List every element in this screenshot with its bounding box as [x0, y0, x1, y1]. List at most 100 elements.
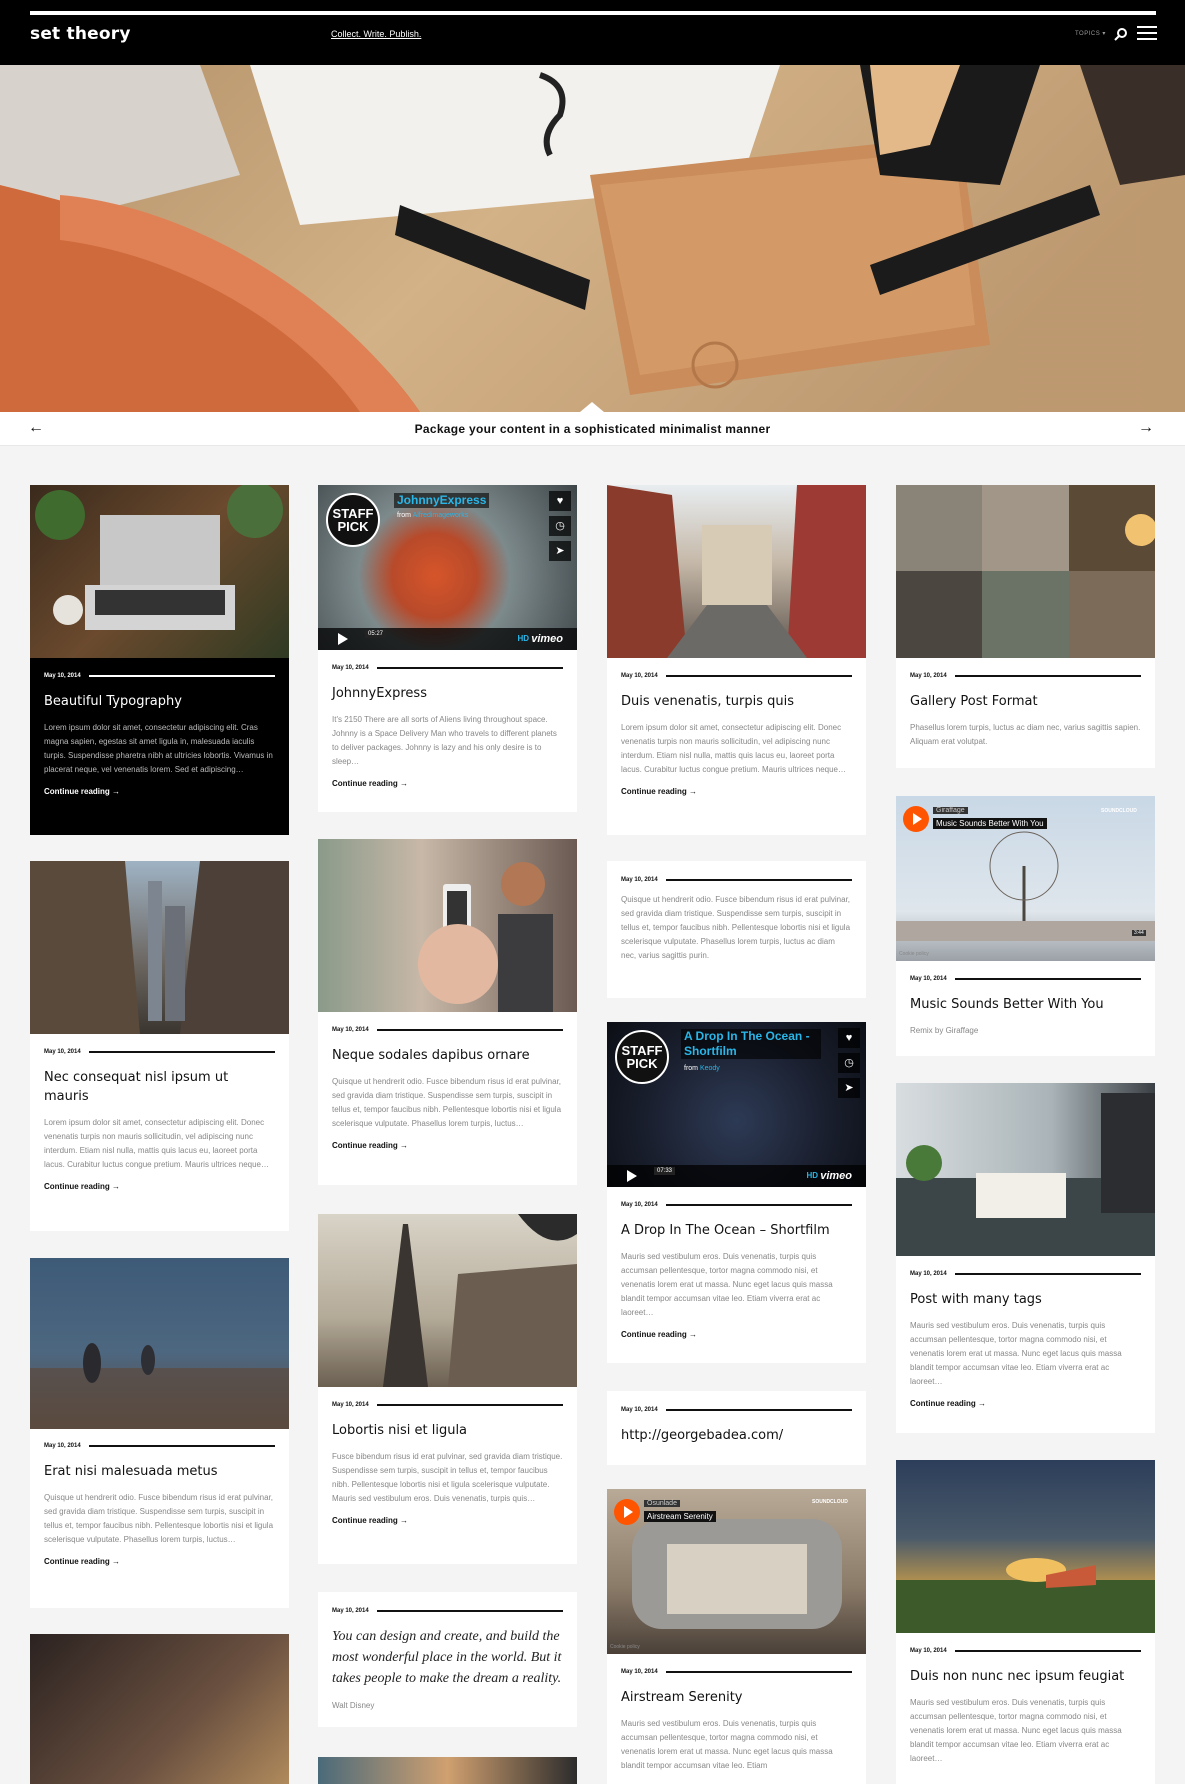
post-card-gallery[interactable]: May 10, 2014 Gallery Post Format Phasell… [896, 485, 1155, 768]
slider-next-arrow-icon[interactable]: → [1138, 419, 1154, 437]
post-excerpt: Quisque ut hendrerit odio. Fusce bibendu… [621, 895, 851, 960]
post-card[interactable]: May 10, 2014 Nec consequat nisl ipsum ut… [30, 861, 289, 1231]
soundcloud-track[interactable]: Music Sounds Better With You [933, 818, 1047, 829]
post-card-video[interactable]: STAFF PICK JohnnyExpress from Alfredimag… [318, 485, 577, 812]
share-send-icon[interactable]: ➤ [838, 1078, 860, 1098]
continue-reading-link[interactable]: Continue reading → [621, 787, 852, 796]
video-title[interactable]: A Drop In The Ocean - Shortfilm [681, 1029, 821, 1059]
hd-badge[interactable]: HD [806, 1171, 818, 1180]
post-title[interactable]: Lobortis nisi et ligula [332, 1421, 563, 1440]
post-date: May 10, 2014 [332, 665, 563, 671]
quote-source: Walt Disney [332, 1701, 375, 1710]
post-thumbnail-street[interactable] [607, 485, 866, 658]
cookie-policy-link[interactable]: Cookie policy [899, 951, 929, 957]
post-title[interactable]: Erat nisi malesuada metus [44, 1462, 275, 1481]
video-duration: 05:27 [365, 630, 387, 638]
post-thumbnail-phone[interactable] [318, 839, 577, 1012]
video-byline: from Alfredimageworks [397, 512, 469, 519]
post-thumbnail-laptop[interactable] [30, 485, 289, 658]
post-card-link[interactable]: May 10, 2014 http://georgebadea.com/ [607, 1391, 866, 1465]
hd-badge[interactable]: HD [517, 634, 529, 643]
post-card-quote[interactable]: May 10, 2014 You can design and create, … [318, 1592, 577, 1727]
post-excerpt: Lorem ipsum dolor sit amet, consectetur … [621, 723, 846, 774]
post-card[interactable]: May 10, 2014 Erat nisi malesuada metus Q… [30, 1258, 289, 1608]
post-thumbnail-tree-avenue[interactable] [896, 1460, 1155, 1633]
post-date: May 10, 2014 [910, 673, 1141, 679]
post-thumbnail-writing[interactable] [896, 1083, 1155, 1256]
post-link[interactable]: http://georgebadea.com/ [621, 1426, 852, 1445]
post-title[interactable]: Gallery Post Format [910, 692, 1141, 711]
post-title[interactable]: Duis non nunc nec ipsum feugiat [910, 1667, 1141, 1686]
soundcloud-track[interactable]: Airstream Serenity [644, 1511, 716, 1522]
gallery-thumbnail-grid[interactable] [896, 485, 1155, 658]
post-title[interactable]: A Drop In The Ocean – Shortfilm [621, 1221, 852, 1240]
search-icon[interactable] [1114, 27, 1128, 41]
post-card[interactable]: May 10, 2014 Neque sodales dapibus ornar… [318, 839, 577, 1185]
soundcloud-player[interactable]: Giraffage Music Sounds Better With You S… [896, 796, 1155, 961]
post-card-audio[interactable]: Osunlade Airstream Serenity SOUNDCLOUD C… [607, 1489, 866, 1784]
like-heart-icon[interactable]: ♥ [838, 1028, 860, 1048]
post-title[interactable]: Nec consequat nisl ipsum ut mauris [44, 1068, 275, 1106]
post-card-thumbnail-partial[interactable] [318, 1757, 577, 1784]
hamburger-icon[interactable] [1137, 26, 1157, 40]
continue-reading-link[interactable]: Continue reading → [332, 1516, 563, 1525]
continue-reading-link[interactable]: Continue reading → [332, 779, 563, 788]
post-excerpt: Mauris sed vestibulum eros. Duis venenat… [910, 1321, 1122, 1386]
continue-reading-link[interactable]: Continue reading → [44, 1557, 275, 1566]
post-date: May 10, 2014 [44, 1049, 275, 1055]
watch-later-clock-icon[interactable]: ◷ [838, 1053, 860, 1073]
vimeo-player[interactable]: STAFF PICK JohnnyExpress from Alfredimag… [318, 485, 577, 650]
post-card[interactable]: May 10, 2014 Lobortis nisi et ligula Fus… [318, 1214, 577, 1564]
post-quote[interactable]: You can design and create, and build the… [332, 1626, 563, 1689]
site-logo[interactable]: set theory [30, 24, 131, 44]
post-title[interactable]: Neque sodales dapibus ornare [332, 1046, 563, 1065]
post-card-status[interactable]: May 10, 2014 Quisque ut hendrerit odio. … [607, 861, 866, 998]
post-card[interactable]: May 10, 2014 Duis venenatis, turpis quis… [607, 485, 866, 835]
post-title[interactable]: Airstream Serenity [621, 1688, 852, 1707]
slider-notch [580, 402, 604, 412]
continue-reading-link[interactable]: Continue reading → [44, 787, 275, 796]
soundcloud-play-icon[interactable] [614, 1499, 640, 1525]
post-title[interactable]: JohnnyExpress [332, 684, 563, 703]
soundcloud-logo[interactable]: SOUNDCLOUD [1101, 808, 1137, 814]
vimeo-logo[interactable]: vimeo [820, 1170, 852, 1182]
play-icon[interactable] [338, 633, 348, 645]
like-heart-icon[interactable]: ♥ [549, 491, 571, 511]
cookie-policy-link[interactable]: Cookie policy [610, 1644, 640, 1650]
post-thumbnail-foggy-field[interactable] [30, 1258, 289, 1429]
video-title[interactable]: JohnnyExpress [394, 493, 490, 508]
vimeo-player[interactable]: STAFF PICK A Drop In The Ocean - Shortfi… [607, 1022, 866, 1187]
post-card[interactable]: May 10, 2014 Beautiful Typography Lorem … [30, 485, 289, 835]
post-title[interactable]: Post with many tags [910, 1290, 1141, 1309]
continue-reading-link[interactable]: Continue reading → [44, 1182, 275, 1191]
soundcloud-artist[interactable]: Osunlade [644, 1500, 680, 1507]
continue-reading-link[interactable]: Continue reading → [332, 1141, 563, 1150]
post-card[interactable]: May 10, 2014 Post with many tags Mauris … [896, 1083, 1155, 1433]
post-date: May 10, 2014 [332, 1402, 563, 1408]
soundcloud-artist[interactable]: Giraffage [933, 807, 968, 814]
share-send-icon[interactable]: ➤ [549, 541, 571, 561]
soundcloud-play-icon[interactable] [903, 806, 929, 832]
post-card-audio[interactable]: Giraffage Music Sounds Better With You S… [896, 796, 1155, 1056]
watch-later-clock-icon[interactable]: ◷ [549, 516, 571, 536]
post-title[interactable]: Music Sounds Better With You [910, 995, 1141, 1014]
topics-dropdown[interactable]: TOPICS ▾ [1075, 30, 1106, 37]
post-title[interactable]: Duis venenatis, turpis quis [621, 692, 852, 711]
slider-caption: Package your content in a sophisticated … [414, 422, 771, 436]
post-card[interactable]: May 10, 2014 Duis non nunc nec ipsum feu… [896, 1460, 1155, 1784]
vimeo-logo[interactable]: vimeo [531, 633, 563, 645]
post-thumbnail-eiffel-tower[interactable] [318, 1214, 577, 1387]
post-title[interactable]: Beautiful Typography [44, 692, 275, 711]
post-date: May 10, 2014 [621, 673, 852, 679]
soundcloud-player[interactable]: Osunlade Airstream Serenity SOUNDCLOUD C… [607, 1489, 866, 1654]
soundcloud-logo[interactable]: SOUNDCLOUD [812, 1499, 848, 1505]
continue-reading-link[interactable]: Continue reading → [910, 1399, 1141, 1408]
post-date: May 10, 2014 [332, 1608, 563, 1614]
site-tagline[interactable]: Collect. Write. Publish. [331, 29, 421, 39]
post-card-thumbnail-fire-escapes[interactable] [30, 1634, 289, 1784]
continue-reading-link[interactable]: Continue reading → [621, 1330, 852, 1339]
play-icon[interactable] [627, 1170, 637, 1182]
post-card-video[interactable]: STAFF PICK A Drop In The Ocean - Shortfi… [607, 1022, 866, 1363]
post-excerpt: Phasellus lorem turpis, luctus ac diam n… [910, 723, 1141, 746]
post-thumbnail-city[interactable] [30, 861, 289, 1034]
